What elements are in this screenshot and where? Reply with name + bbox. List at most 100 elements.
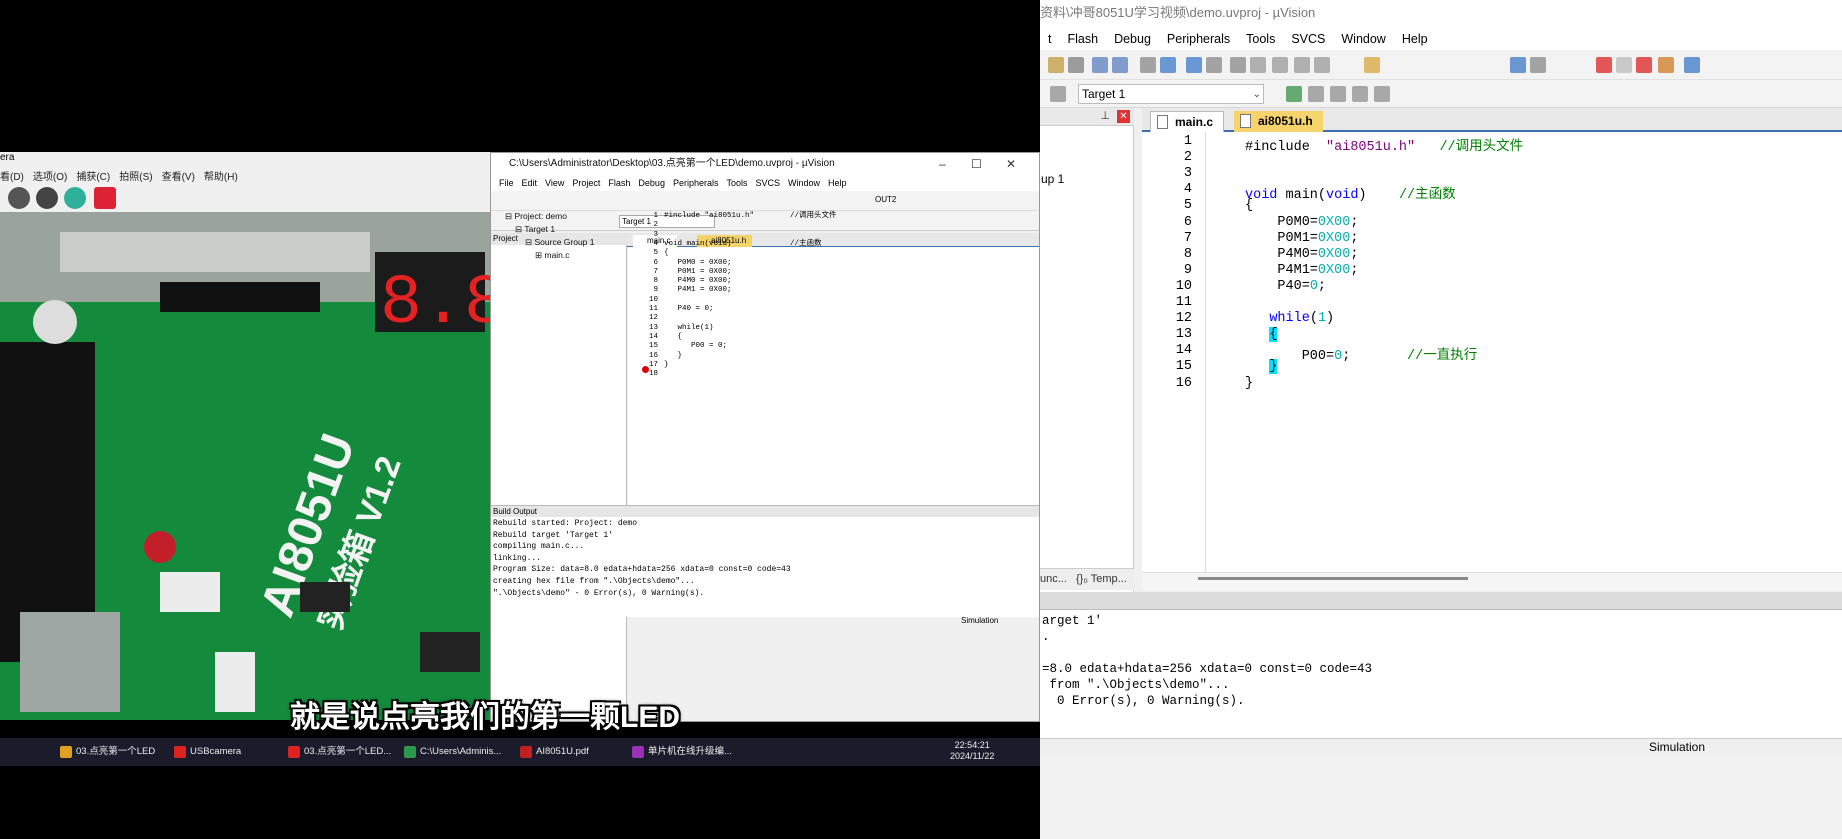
small-menu-item[interactable]: View (545, 178, 564, 188)
close-icon[interactable]: ✕ (1006, 153, 1016, 175)
taskbar-item[interactable]: C:\Users\Adminis... (402, 743, 501, 761)
menu-item[interactable]: SVCS (1283, 28, 1333, 50)
file-icon (1157, 115, 1168, 129)
toolbar-button-icon[interactable] (1510, 57, 1526, 73)
toolbar-button-icon[interactable] (1352, 86, 1368, 102)
small-menu-item[interactable]: Edit (522, 178, 538, 188)
toolbar-button-icon[interactable] (1374, 86, 1390, 102)
small-menu-item[interactable]: File (499, 178, 514, 188)
toolbar-button-icon[interactable] (1286, 86, 1302, 102)
small-menu-item[interactable]: Help (828, 178, 847, 188)
toolbar-button-icon[interactable] (1112, 57, 1128, 73)
toolbar-button-icon[interactable] (1294, 57, 1310, 73)
small-menu-item[interactable]: SVCS (756, 178, 781, 188)
chevron-down-icon[interactable]: ⌄ (1253, 86, 1261, 104)
tree-project[interactable]: ⊟ Project: demo (505, 211, 567, 222)
minimize-icon[interactable]: – (939, 153, 946, 175)
menu-item[interactable]: Flash (1059, 28, 1106, 50)
toolbar-button-icon[interactable] (1160, 57, 1176, 73)
toolbar-button-icon[interactable] (1092, 57, 1108, 73)
toolbar-button-icon[interactable] (1616, 57, 1632, 73)
menu-item[interactable]: Tools (1238, 28, 1283, 50)
toolbar-button-icon[interactable] (1206, 57, 1222, 73)
menu-item[interactable]: Help (1394, 28, 1436, 50)
code-token: P0M0= (1245, 214, 1318, 230)
taskbar-item[interactable]: 单片机在线升级编... (630, 743, 732, 761)
panel-divider[interactable] (1040, 592, 1842, 610)
menu-item[interactable]: Peripherals (1159, 28, 1238, 50)
toolbar-button-icon[interactable] (1658, 57, 1674, 73)
toolbar-button-icon[interactable] (1364, 57, 1380, 73)
editor-tabs: main.c ai8051u.h (1142, 108, 1842, 132)
user-icon[interactable] (94, 187, 116, 209)
toolbar-button-icon[interactable] (1048, 57, 1064, 73)
settings-alt-icon[interactable] (64, 187, 86, 209)
small-status-simulation: Simulation (961, 616, 999, 625)
taskbar-item[interactable]: USBcamera (172, 743, 241, 761)
small-code-line: 9 P4M1 = 0X00; (628, 286, 731, 294)
output-target-field[interactable]: OUT2 (875, 195, 896, 204)
camera-menu-item[interactable]: 看(D) (0, 172, 24, 183)
small-window-menu-bar: File Edit View Project Flash Debug Peripherals… (491, 175, 1039, 191)
toolbar-button-icon[interactable] (1068, 57, 1084, 73)
toolbar-button-icon[interactable] (1230, 57, 1246, 73)
small-menu-item[interactable]: Flash (608, 178, 630, 188)
code-token: P4M1= (1245, 262, 1318, 278)
pin-icon[interactable]: ⊥ (1100, 109, 1110, 122)
toolbar-button-icon[interactable] (1050, 86, 1066, 102)
toolbar-button-icon[interactable] (1314, 57, 1330, 73)
small-menu-item[interactable]: Window (788, 178, 820, 188)
tree-source-group[interactable]: ⊟ Source Group 1 (525, 237, 595, 248)
taskbar-item-label: USBcamera (190, 746, 242, 757)
taskbar-item[interactable]: 03.点亮第一个LED (58, 743, 155, 761)
camera-menu-item[interactable]: 帮助(H) (204, 172, 238, 183)
code-token: 0X00 (1317, 262, 1351, 278)
small-menu-item[interactable]: Debug (638, 178, 665, 188)
toolbar-button-icon[interactable] (1330, 86, 1346, 102)
toolbar-button-icon[interactable] (1636, 57, 1652, 73)
project-tab-templates[interactable]: {}₀ Temp... (1076, 573, 1127, 585)
scrollbar-thumb[interactable] (1198, 577, 1468, 580)
maximize-icon[interactable]: ☐ (971, 153, 982, 175)
small-code-line: 3 (628, 231, 658, 239)
tree-target[interactable]: ⊟ Target 1 (515, 224, 555, 235)
taskbar-clock: 22:54:21 2024/11/22 (950, 740, 994, 762)
toolbar-button-icon[interactable] (1308, 86, 1324, 102)
small-line-number: 4 (653, 239, 658, 248)
toolbar-button-icon[interactable] (1140, 57, 1156, 73)
project-tab-functions[interactable]: unc... (1040, 573, 1067, 585)
tab-ai8051u-h[interactable]: ai8051u.h (1234, 111, 1323, 132)
small-menu-item[interactable]: Project (572, 178, 600, 188)
toolbar-button-icon[interactable] (1596, 57, 1612, 73)
tab-main-c[interactable]: main.c (1150, 111, 1225, 132)
small-uvision-window: C:\Users\Administrator\Desktop\03.点亮第一个L… (490, 152, 1040, 722)
editor-horizontal-scrollbar[interactable] (1142, 572, 1842, 590)
camera-menu-item[interactable]: 查看(V) (162, 172, 195, 183)
camera-menu-item[interactable]: 选项(O) (33, 172, 67, 183)
camera-menu-item[interactable]: 捕获(C) (76, 172, 110, 183)
toolbar-button-icon[interactable] (1684, 57, 1700, 73)
status-bar: Simulation (1040, 738, 1842, 756)
camera-menu-item[interactable]: 拍照(S) (119, 172, 152, 183)
camera-icon[interactable] (8, 187, 30, 209)
toolbar-button-icon[interactable] (1250, 57, 1266, 73)
menu-item[interactable]: Debug (1106, 28, 1159, 50)
toolbar-button-icon[interactable] (1186, 57, 1202, 73)
camera-video-frame: 8.8 AI8051U 实验箱 V1.2 (0, 212, 490, 720)
panel-close-icon[interactable]: ✕ (1117, 110, 1130, 123)
small-menu-item[interactable]: Peripherals (673, 178, 719, 188)
menu-item[interactable]: Window (1333, 28, 1393, 50)
taskbar-item[interactable]: 03.点亮第一个LED... (286, 743, 391, 761)
small-line-number: 6 (653, 258, 658, 267)
toolbar-button-icon[interactable] (1530, 57, 1546, 73)
window-bottom-area (1040, 756, 1842, 839)
menu-item[interactable]: t (1040, 28, 1059, 50)
small-code-text: } (664, 360, 669, 369)
taskbar-item[interactable]: AI8051U.pdf (518, 743, 589, 761)
toolbar-button-icon[interactable] (1272, 57, 1288, 73)
breakpoint-icon[interactable] (642, 366, 649, 373)
tree-main-c[interactable]: ⊞ main.c (535, 250, 570, 261)
target-select[interactable]: Target 1 ⌄ (1078, 84, 1264, 104)
small-menu-item[interactable]: Tools (726, 178, 747, 188)
settings-gear-icon[interactable] (36, 187, 58, 209)
